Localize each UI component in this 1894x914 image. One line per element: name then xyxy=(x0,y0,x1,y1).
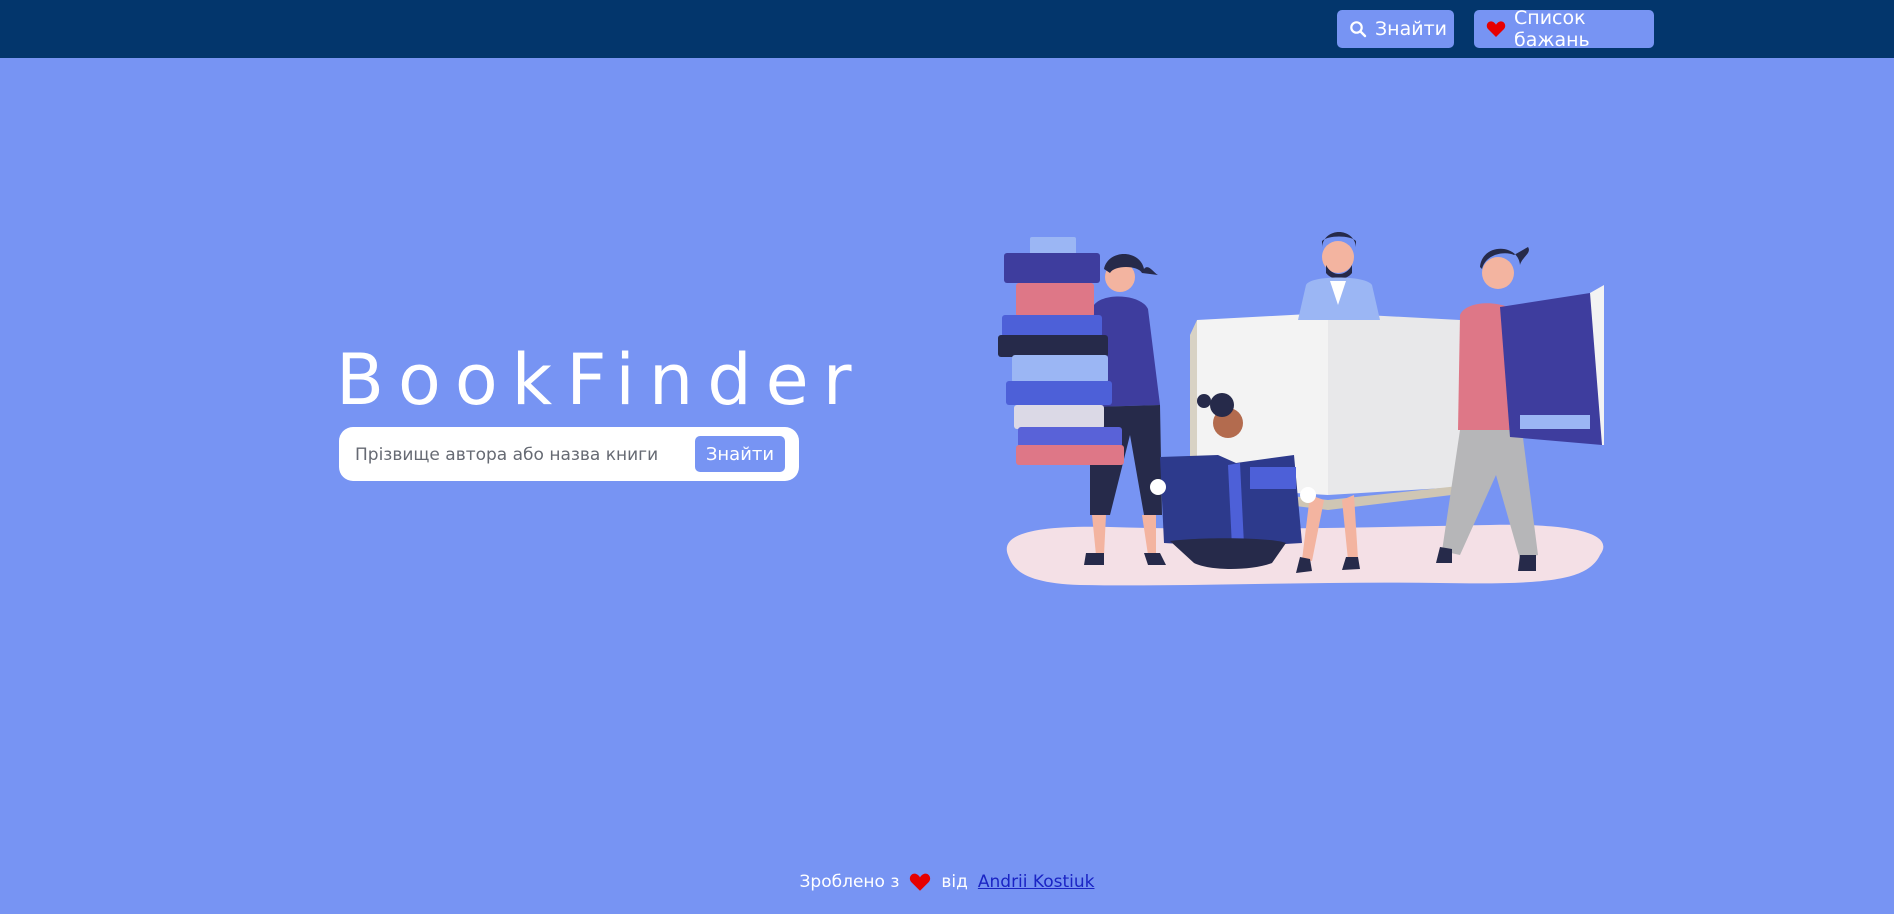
search-icon xyxy=(1349,19,1367,39)
nav-find-button[interactable]: Знайти xyxy=(1337,10,1454,48)
nav-wishlist-label: Список бажань xyxy=(1514,7,1590,51)
search-button[interactable]: Знайти xyxy=(695,436,785,472)
heart-icon xyxy=(1486,19,1506,39)
people-reading-books-illustration xyxy=(998,232,1604,586)
search-form: Знайти xyxy=(339,427,799,481)
nav-wishlist-button[interactable]: Список бажань xyxy=(1474,7,1654,51)
top-navbar: Знайти Список бажань xyxy=(0,0,1894,58)
page-title: BookFinder xyxy=(336,339,866,421)
footer-by: від xyxy=(941,872,968,892)
nav-find-label: Знайти xyxy=(1375,18,1448,40)
footer-made-with: Зроблено з xyxy=(799,872,900,892)
heart-icon xyxy=(909,872,931,892)
search-input[interactable] xyxy=(353,437,687,473)
footer: Зроблено з від Andrii Kostiuk xyxy=(0,872,1894,892)
author-link[interactable]: Andrii Kostiuk xyxy=(978,872,1095,892)
